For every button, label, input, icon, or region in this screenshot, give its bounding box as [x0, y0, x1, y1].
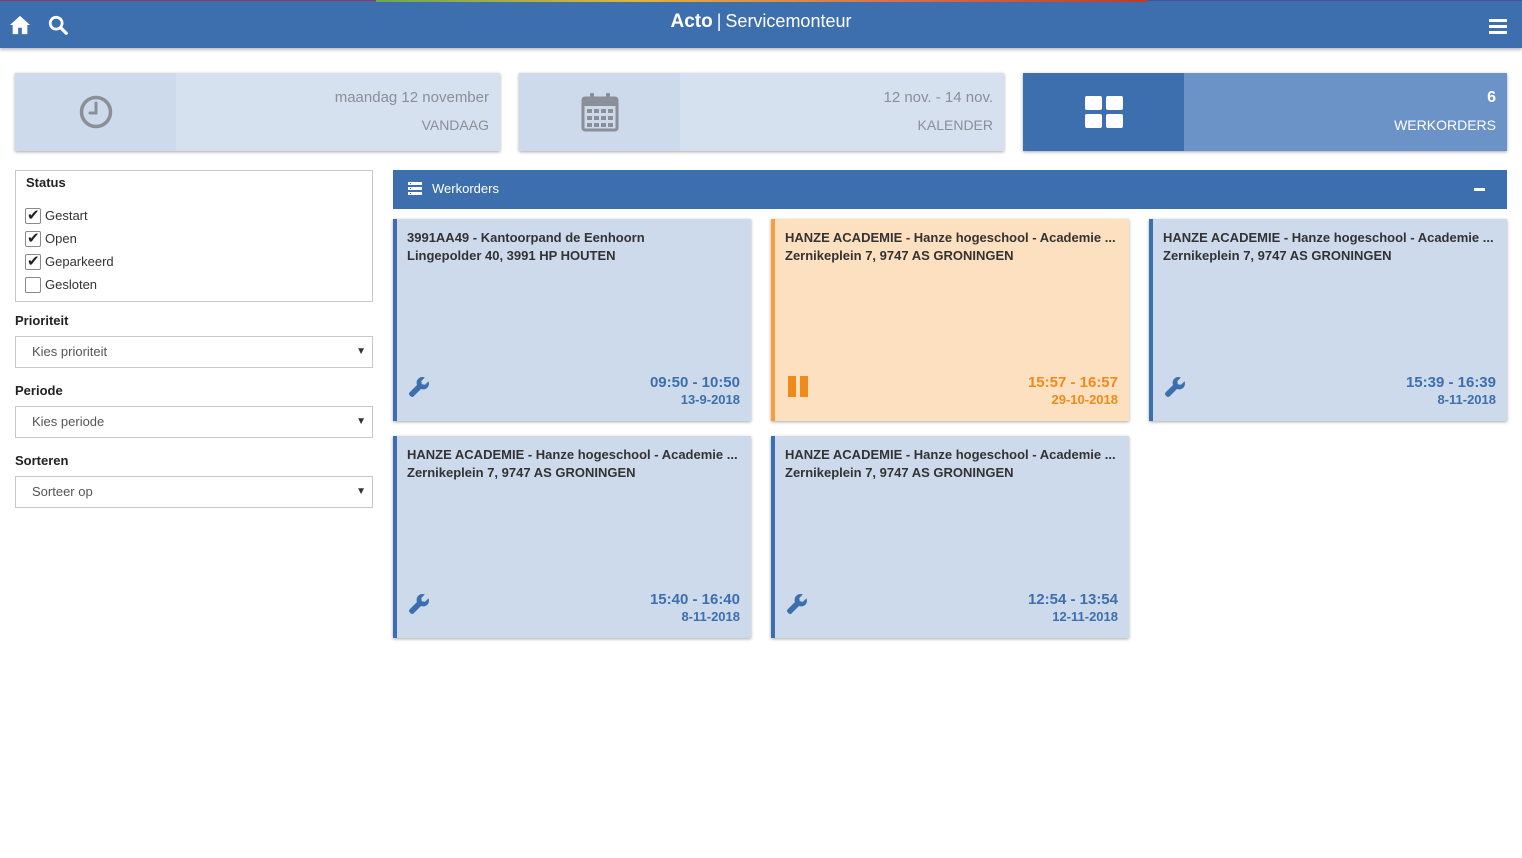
- workorder-card[interactable]: HANZE ACADEMIE - Hanze hogeschool - Acad…: [393, 436, 751, 638]
- top-accent-strip: [376, 0, 1147, 2]
- top-accent-strip-left: [0, 0, 376, 1]
- status-option-gesloten[interactable]: Gesloten: [25, 273, 361, 296]
- period-select-value: Kies periode: [32, 414, 105, 429]
- workorder-title: HANZE ACADEMIE - Hanze hogeschool - Acad…: [785, 447, 1115, 462]
- status-option-geparkeerd[interactable]: Geparkeerd: [25, 250, 361, 273]
- chevron-down-icon: ▼: [356, 486, 366, 497]
- period-select[interactable]: Kies periode ▼: [15, 406, 373, 438]
- workorder-title: HANZE ACADEMIE - Hanze hogeschool - Acad…: [1163, 230, 1493, 245]
- workorder-title: 3991AA49 - Kantoorpand de Eenhoorn: [407, 230, 645, 245]
- workorder-title: HANZE ACADEMIE - Hanze hogeschool - Acad…: [785, 230, 1115, 245]
- status-option-gestart[interactable]: Gestart: [25, 204, 361, 227]
- wrench-icon: [409, 377, 429, 397]
- workorder-date: 13-9-2018: [680, 392, 740, 407]
- brand-subtitle: Servicemonteur: [725, 11, 852, 31]
- wrench-icon: [787, 594, 807, 614]
- workorder-address: Lingepolder 40, 3991 HP HOUTEN: [407, 248, 616, 263]
- workorder-time: 15:40 - 16:40: [649, 591, 740, 608]
- checkbox-open-label: Open: [45, 231, 77, 246]
- tile-workorders-icon-area: [1023, 73, 1184, 151]
- workorder-date: 12-11-2018: [1052, 609, 1118, 624]
- minus-icon[interactable]: [1474, 188, 1485, 191]
- checkbox-gesloten-label: Gesloten: [45, 277, 98, 292]
- workorder-card[interactable]: HANZE ACADEMIE - Hanze hogeschool - Acad…: [771, 436, 1129, 638]
- list-icon: [408, 182, 422, 195]
- tile-calendar-range: 12 nov. - 14 nov.: [883, 89, 993, 106]
- workorder-date: 29-10-2018: [1051, 392, 1119, 407]
- workorder-time: 15:39 - 16:39: [1405, 374, 1496, 391]
- wrench-icon: [1165, 377, 1185, 397]
- workorder-address: Zernikeplein 7, 9747 AS GRONINGEN: [785, 465, 1014, 480]
- wrench-icon: [409, 594, 429, 614]
- chevron-down-icon: ▼: [356, 346, 366, 357]
- tile-today-label: VANDAAG: [421, 117, 489, 133]
- status-filter-title: Status: [26, 175, 66, 190]
- priority-select-value: Kies prioriteit: [32, 344, 108, 359]
- pause-icon: [788, 376, 808, 397]
- checkbox-gestart[interactable]: [25, 206, 41, 224]
- tile-calendar[interactable]: 12 nov. - 14 nov. KALENDER: [519, 73, 1004, 151]
- workorder-address: Zernikeplein 7, 9747 AS GRONINGEN: [1163, 248, 1392, 263]
- checkbox-gestart-label: Gestart: [45, 208, 88, 223]
- workorder-time: 09:50 - 10:50: [649, 374, 740, 391]
- tile-calendar-icon-area: [519, 73, 680, 151]
- workorder-time: 15:57 - 16:57: [1027, 374, 1118, 391]
- workorder-address: Zernikeplein 7, 9747 AS GRONINGEN: [785, 248, 1014, 263]
- status-option-open[interactable]: Open: [25, 227, 361, 250]
- workorder-address: Zernikeplein 7, 9747 AS GRONINGEN: [407, 465, 636, 480]
- checkbox-open[interactable]: [25, 229, 41, 247]
- tile-today-text: maandag 12 november VANDAAG: [176, 73, 500, 151]
- priority-label: Prioriteit: [15, 313, 69, 328]
- workorder-date: 8-11-2018: [1437, 392, 1496, 407]
- checkbox-gesloten[interactable]: [25, 276, 41, 293]
- tile-workorders-count: 6: [1487, 89, 1496, 106]
- chevron-down-icon: ▼: [356, 416, 366, 427]
- calendar-icon: [581, 93, 618, 132]
- workorder-card[interactable]: HANZE ACADEMIE - Hanze hogeschool - Acad…: [771, 219, 1129, 421]
- workorder-title: HANZE ACADEMIE - Hanze hogeschool - Acad…: [407, 447, 737, 462]
- tile-workorders-label: WERKORDERS: [1394, 117, 1496, 133]
- brand-separator: |: [716, 11, 722, 31]
- grid-icon: [1084, 96, 1123, 128]
- brand-name: Acto: [670, 11, 713, 32]
- priority-select[interactable]: Kies prioriteit ▼: [15, 336, 373, 368]
- workorder-time: 12:54 - 13:54: [1027, 591, 1118, 608]
- sort-select-value: Sorteer op: [32, 484, 93, 499]
- workorder-date: 8-11-2018: [681, 609, 740, 624]
- checkbox-geparkeerd[interactable]: [25, 252, 41, 270]
- workorders-panel-title: Werkorders: [432, 181, 499, 196]
- top-accent-strip-right: [1147, 0, 1522, 1]
- workorder-card[interactable]: HANZE ACADEMIE - Hanze hogeschool - Acad…: [1149, 219, 1507, 421]
- tile-workorders[interactable]: 6 WERKORDERS: [1023, 73, 1507, 151]
- tile-today-icon-area: [15, 73, 176, 151]
- tile-today[interactable]: maandag 12 november VANDAAG: [15, 73, 500, 151]
- status-filter: Status Gestart Open Geparkeerd Gesloten: [15, 170, 373, 302]
- tile-calendar-label: KALENDER: [917, 117, 993, 133]
- clock-icon: [79, 95, 112, 129]
- checkbox-geparkeerd-label: Geparkeerd: [45, 254, 114, 269]
- period-label: Periode: [15, 383, 63, 398]
- tile-calendar-text: 12 nov. - 14 nov. KALENDER: [680, 73, 1004, 151]
- sort-label: Sorteren: [15, 453, 69, 468]
- workorders-panel-header: Werkorders: [393, 170, 1507, 209]
- sort-select[interactable]: Sorteer op ▼: [15, 476, 373, 508]
- tile-today-date: maandag 12 november: [334, 89, 489, 106]
- hamburger-menu-icon[interactable]: [1488, 16, 1508, 36]
- workorder-card[interactable]: 3991AA49 - Kantoorpand de Eenhoorn Linge…: [393, 219, 751, 421]
- tile-workorders-text: 6 WERKORDERS: [1184, 73, 1507, 151]
- app-title: Acto | Servicemonteur: [0, 11, 1522, 33]
- top-bar: Acto | Servicemonteur: [0, 0, 1522, 48]
